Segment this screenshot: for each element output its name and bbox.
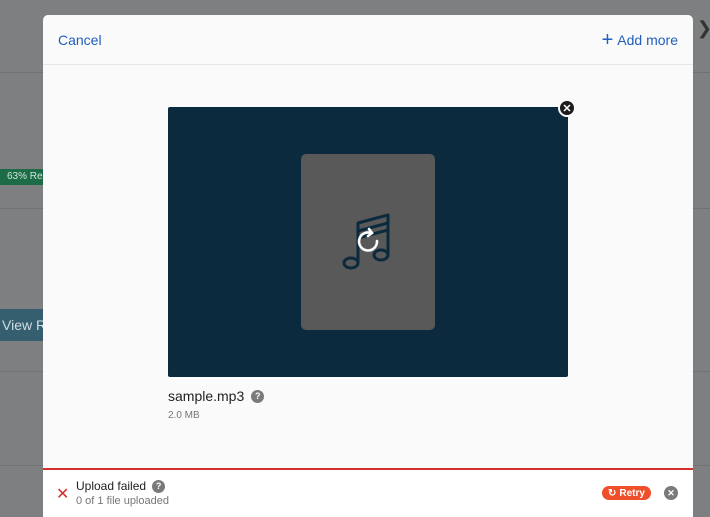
retry-icon: ↻ [608, 487, 617, 499]
file-size: 2.0 MB [168, 410, 200, 421]
remove-file-button[interactable]: ✕ [558, 99, 576, 117]
error-icon: ✕ [56, 486, 70, 503]
add-more-label: Add more [617, 31, 678, 48]
retry-button[interactable]: ↻ Retry [602, 486, 651, 500]
modal-header: Cancel + Add more [43, 15, 693, 65]
status-title: Upload failed [76, 479, 147, 493]
music-note-icon [342, 213, 390, 270]
file-name: sample.mp3 [168, 388, 245, 404]
add-more-button[interactable]: + Add more [601, 28, 678, 51]
status-bar: ✕ Upload failed ? 0 of 1 file uploaded ↻… [43, 468, 693, 517]
file-name-row: sample.mp3 ? [168, 388, 265, 404]
status-help-icon[interactable]: ? [152, 479, 166, 493]
file-preview [168, 107, 568, 377]
upload-modal: Cancel + Add more ✕ sample.mp3 ? 2.0 MB … [43, 15, 693, 517]
cancel-button[interactable]: Cancel [58, 32, 102, 48]
retry-label: Retry [619, 487, 645, 499]
file-thumbnail [301, 154, 435, 330]
status-subtitle: 0 of 1 file uploaded [76, 495, 169, 507]
plus-icon: + [601, 28, 614, 51]
background-close-icon: ❯ [697, 18, 710, 39]
cancel-upload-icon[interactable]: ✕ [664, 486, 678, 500]
file-help-icon[interactable]: ? [251, 389, 265, 403]
status-title-row: Upload failed ? [76, 479, 166, 493]
